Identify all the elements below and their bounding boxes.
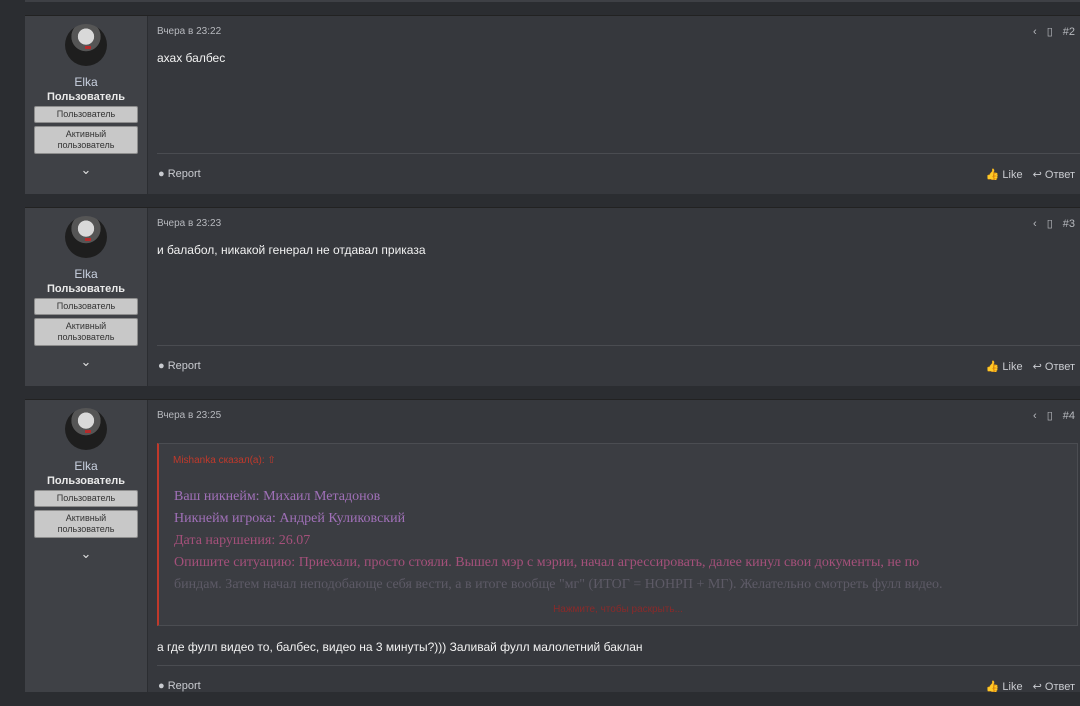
quote-line: Дата нарушения: 26.07	[174, 533, 311, 548]
post-content: Вчера в 23:25 ‹ ▯ #4 Mishanka сказал(а):…	[157, 400, 1080, 693]
chevron-down-icon[interactable]: ⌄	[81, 354, 92, 370]
user-badge: Пользователь	[34, 106, 138, 123]
user-badge: Активный пользователь	[34, 318, 138, 346]
post-footer: ● Report 👍 Like ↩ Ответ	[157, 345, 1080, 386]
like-icon: 👍	[985, 169, 1000, 181]
reply-button[interactable]: ↩ Ответ	[1033, 680, 1075, 693]
share-icon[interactable]: ‹	[1033, 218, 1037, 230]
chevron-down-icon[interactable]: ⌄	[81, 162, 92, 178]
post-date[interactable]: Вчера в 23:22	[157, 26, 221, 37]
username[interactable]: Elka	[74, 459, 97, 473]
reply-icon: ↩	[1032, 681, 1042, 693]
post-date[interactable]: Вчера в 23:25	[157, 410, 221, 421]
post-message: а где фулл видео то, балбес, видео на 3 …	[157, 640, 643, 654]
top-divider	[25, 0, 1080, 2]
quote-line: Ваш никнейм: Михаил Метадонов	[174, 489, 381, 504]
user-role: Пользователь	[46, 91, 125, 103]
post-date[interactable]: Вчера в 23:23	[157, 218, 221, 229]
post-number[interactable]: #3	[1063, 218, 1075, 230]
footer-actions: 👍 Like ↩ Ответ	[986, 680, 1075, 693]
reply-button[interactable]: ↩ Ответ	[1033, 168, 1075, 181]
user-role: Пользователь	[46, 283, 125, 295]
footer-actions: 👍 Like ↩ Ответ	[986, 168, 1075, 181]
username[interactable]: Elka	[74, 75, 97, 89]
report-button[interactable]: ● Report	[158, 680, 201, 692]
user-cell: Elka Пользователь Пользователь Активный …	[25, 400, 148, 692]
username[interactable]: Elka	[74, 267, 97, 281]
user-cell: Elka Пользователь Пользователь Активный …	[25, 208, 148, 386]
bookmark-icon[interactable]: ▯	[1047, 25, 1053, 38]
quote-header[interactable]: Mishanka сказал(а): ⇧	[173, 455, 276, 466]
user-badge: Пользователь	[34, 298, 138, 315]
reply-icon: ↩	[1032, 169, 1042, 181]
avatar[interactable]	[65, 216, 107, 258]
post-3: Elka Пользователь Пользователь Активный …	[25, 207, 1080, 386]
post-message: ахах балбес	[157, 51, 226, 65]
share-icon[interactable]: ‹	[1033, 410, 1037, 422]
report-icon: ●	[158, 168, 165, 180]
post-number[interactable]: #2	[1063, 26, 1075, 38]
report-icon: ●	[158, 680, 165, 692]
share-icon[interactable]: ‹	[1033, 26, 1037, 38]
avatar[interactable]	[65, 24, 107, 66]
report-button[interactable]: ● Report	[158, 360, 201, 372]
post-content: Вчера в 23:22 ‹ ▯ #2 ахах балбес ● Repor…	[157, 16, 1080, 194]
footer-actions: 👍 Like ↩ Ответ	[986, 360, 1075, 373]
post-2: Elka Пользователь Пользователь Активный …	[25, 15, 1080, 194]
quote-block[interactable]: Mishanka сказал(а): ⇧ Ваш никнейм: Михаи…	[157, 443, 1078, 626]
post-4: Elka Пользователь Пользователь Активный …	[25, 399, 1080, 693]
post-message: и балабол, никакой генерал не отдавал пр…	[157, 243, 426, 257]
post-number[interactable]: #4	[1063, 410, 1075, 422]
post-content: Вчера в 23:23 ‹ ▯ #3 и балабол, никакой …	[157, 208, 1080, 386]
chevron-down-icon[interactable]: ⌄	[81, 546, 92, 562]
report-icon: ●	[158, 360, 165, 372]
post-footer: ● Report 👍 Like ↩ Ответ	[157, 153, 1080, 194]
bookmark-icon[interactable]: ▯	[1047, 217, 1053, 230]
post-actions: ‹ ▯ #3	[1033, 217, 1075, 231]
avatar[interactable]	[65, 408, 107, 450]
quote-line: Никнейм игрока: Андрей Куликовский	[174, 511, 406, 526]
arrow-up-circle-icon[interactable]: ⇧	[267, 455, 275, 466]
reply-icon: ↩	[1032, 361, 1042, 373]
post-actions: ‹ ▯ #4	[1033, 409, 1075, 423]
like-button[interactable]: 👍 Like	[986, 680, 1023, 693]
like-icon: 👍	[985, 361, 1000, 373]
user-badge: Пользователь	[34, 490, 138, 507]
quote-expand-link[interactable]: Нажмите, чтобы раскрыть...	[159, 604, 1077, 615]
user-role: Пользователь	[46, 475, 125, 487]
user-cell: Elka Пользователь Пользователь Активный …	[25, 16, 148, 194]
user-badge: Активный пользователь	[34, 510, 138, 538]
quote-line: Опишите ситуацию: Приехали, просто стоял…	[174, 555, 920, 570]
reply-button[interactable]: ↩ Ответ	[1033, 360, 1075, 373]
user-badge: Активный пользователь	[34, 126, 138, 154]
quote-line: биндам. Затем начал неподобающе себя вес…	[174, 577, 943, 592]
post-footer: ● Report 👍 Like ↩ Ответ	[157, 665, 1080, 706]
report-button[interactable]: ● Report	[158, 168, 201, 180]
bookmark-icon[interactable]: ▯	[1047, 409, 1053, 422]
like-button[interactable]: 👍 Like	[986, 168, 1023, 181]
like-icon: 👍	[985, 681, 1000, 693]
post-actions: ‹ ▯ #2	[1033, 25, 1075, 39]
like-button[interactable]: 👍 Like	[986, 360, 1023, 373]
